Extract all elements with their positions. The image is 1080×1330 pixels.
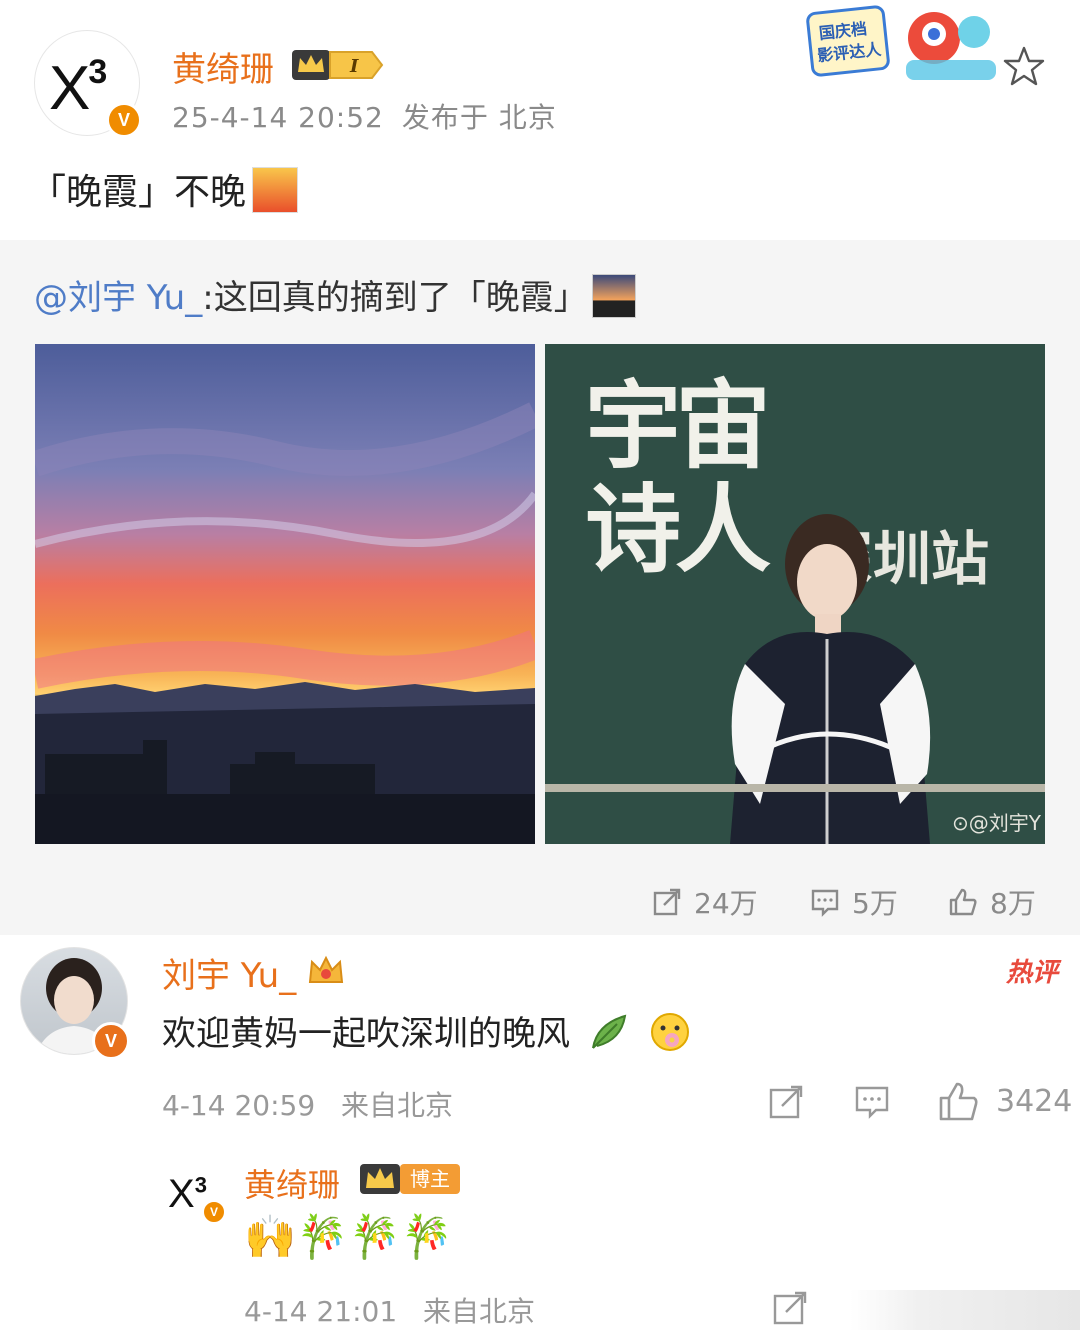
- poster-title-line1: 宇宙: [585, 369, 771, 482]
- reply-time: 4-14 21:01: [244, 1295, 398, 1328]
- thumbs-up-icon: [949, 888, 977, 916]
- crown-icon: [308, 955, 344, 983]
- reply-share-icon[interactable]: [768, 1084, 804, 1120]
- repost-body: @刘宇 Yu_:这回真的摘到了「晚霞」: [34, 270, 636, 322]
- comment-like-icon[interactable]: [938, 1080, 980, 1122]
- reply-comment-icon[interactable]: [854, 1084, 890, 1120]
- person-figure: [730, 514, 931, 844]
- like-count: 8万: [990, 887, 1036, 920]
- like-button[interactable]: 8万: [948, 882, 1036, 922]
- comment-meta: 4-14 20:59 来自北京: [162, 1084, 453, 1124]
- sunset-scene: [35, 402, 535, 844]
- leaf-emoji-icon: [591, 1014, 627, 1049]
- city-sunset-emoji-icon: [252, 167, 299, 213]
- avatar-logo: X3: [49, 53, 107, 123]
- comment-text: 欢迎黄妈一起吹深圳的晚风: [162, 1014, 570, 1054]
- hot-comment-badge: 热评: [1006, 958, 1059, 988]
- repost-text: :这回真的摘到了「晚霞」: [202, 278, 588, 318]
- verified-icon: V: [92, 1022, 130, 1060]
- reply-share-icon[interactable]: [772, 1290, 808, 1326]
- comment-icon: [811, 889, 839, 917]
- reply-emojis: 🙌🎋🎋🎋: [244, 1212, 454, 1261]
- level-label: I: [349, 56, 359, 77]
- sunset-photo[interactable]: [35, 344, 535, 844]
- comment-count: 5万: [852, 887, 898, 920]
- verified-icon: V: [106, 102, 142, 138]
- reply-meta: 4-14 21:01 来自北京: [244, 1290, 535, 1330]
- crown-icon: [360, 1164, 400, 1194]
- verified-icon: V: [202, 1200, 226, 1224]
- reply-location: 来自北京: [422, 1295, 535, 1328]
- comment-time: 4-14 20:59: [162, 1089, 316, 1122]
- poster-photo[interactable]: 宇宙 诗人 深圳站 ⊙@刘宇Y: [545, 344, 1045, 844]
- comment-location: 来自北京: [340, 1089, 453, 1122]
- comment-like-count: 3424: [996, 1084, 1073, 1119]
- chalk-ledge: [545, 784, 1045, 792]
- comment-body: 欢迎黄妈一起吹深圳的晚风: [162, 1006, 692, 1058]
- post-time: 25-4-14 20:52: [172, 101, 384, 134]
- repost-button[interactable]: 24万: [652, 882, 758, 922]
- poster-credit: ⊙@刘宇Y: [952, 811, 1041, 835]
- post-text: 「晚霞」不晚: [30, 172, 247, 213]
- flower-face-emoji-icon: [650, 1012, 689, 1051]
- share-icon: [653, 888, 681, 916]
- commenter-name[interactable]: 刘宇 Yu_: [162, 948, 296, 997]
- favorite-star-icon[interactable]: [1002, 44, 1046, 88]
- vip-crown-icon: I: [292, 50, 384, 80]
- award-sticker[interactable]: 国庆档 影评达人: [806, 4, 1002, 90]
- reply-author[interactable]: 黄绮珊: [244, 1160, 340, 1206]
- comment-button[interactable]: 5万: [810, 882, 898, 922]
- post-location: 发布于 北京: [401, 101, 557, 134]
- post-meta: 25-4-14 20:52 发布于 北京: [172, 96, 557, 136]
- sunset-emoji-icon: [591, 273, 636, 318]
- repost-mention[interactable]: @刘宇 Yu_: [34, 278, 202, 318]
- repost-count: 24万: [694, 887, 758, 920]
- blurred-actions: [850, 1290, 1080, 1330]
- post-body: 「晚霞」不晚: [30, 163, 299, 217]
- author-name[interactable]: 黄绮珊: [172, 42, 274, 91]
- author-badge: 博主: [400, 1164, 460, 1194]
